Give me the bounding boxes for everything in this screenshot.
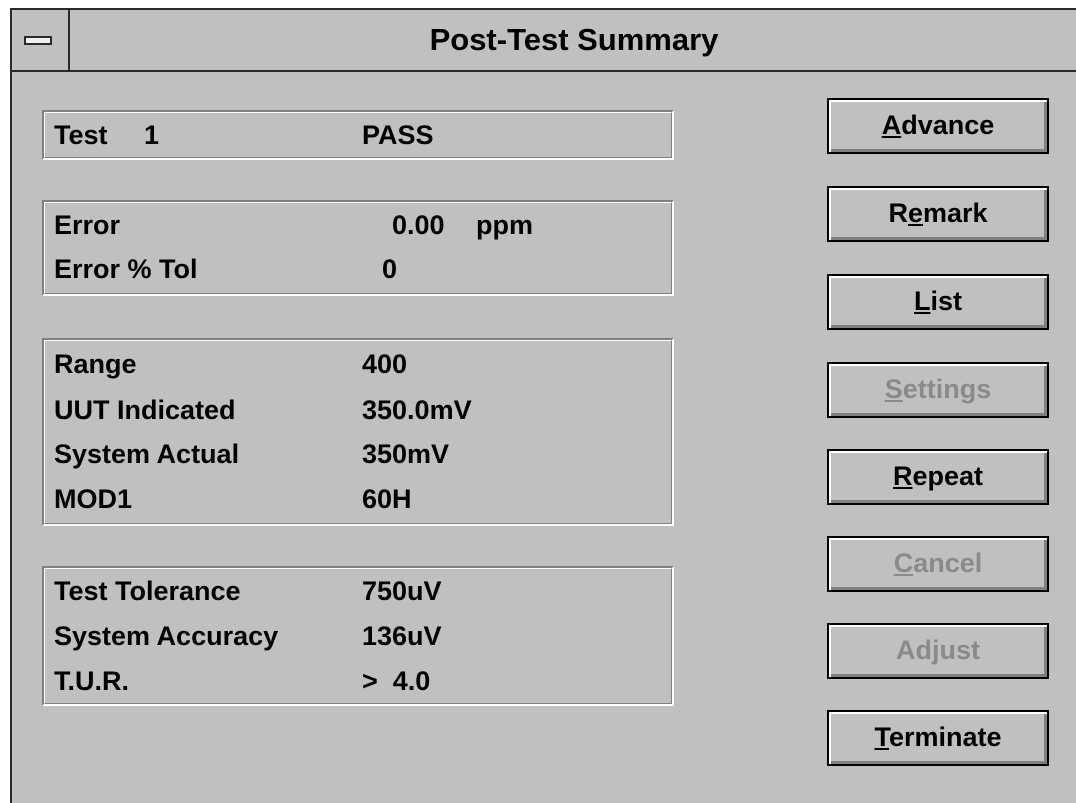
range-label: Range <box>54 349 137 379</box>
uut-indicated-label: UUT Indicated <box>54 395 236 425</box>
settings-button[interactable]: Settings <box>827 362 1049 418</box>
tolerance-box: Test Tolerance 750uV System Accuracy 136… <box>42 566 674 706</box>
advance-button[interactable]: Advance <box>827 98 1049 154</box>
error-value: 0.00 <box>392 210 445 240</box>
uut-indicated-value: 350.0mV <box>362 395 472 425</box>
tur-value: > 4.0 <box>362 666 431 696</box>
error-unit: ppm <box>476 210 533 240</box>
tur-label: T.U.R. <box>54 666 130 696</box>
repeat-button[interactable]: Repeat <box>827 449 1049 505</box>
adjust-button[interactable]: Adjust <box>827 623 1049 679</box>
window-title: Post-Test Summary <box>429 22 719 57</box>
remark-button[interactable]: Remark <box>827 186 1049 242</box>
mod1-label: MOD1 <box>54 484 133 514</box>
test-result-box: Test 1 PASS <box>42 110 674 160</box>
system-actual-value: 350mV <box>362 439 450 469</box>
list-button[interactable]: List <box>827 274 1049 330</box>
system-accuracy-label: System Accuracy <box>54 621 279 651</box>
system-accuracy-value: 136uV <box>362 621 442 651</box>
error-tol-label: Error % Tol <box>54 254 198 284</box>
range-value: 400 <box>362 349 408 379</box>
cancel-button[interactable]: Cancel <box>827 536 1049 592</box>
measurement-box: Range 400 UUT Indicated 350.0mV System A… <box>42 338 674 526</box>
error-box: Error 0.00 ppm Error % Tol 0 <box>42 200 674 296</box>
mod1-value: 60H <box>362 484 412 514</box>
error-tol-value: 0 <box>382 254 398 284</box>
test-label: Test <box>54 120 108 150</box>
test-number: 1 <box>144 120 160 150</box>
test-result: PASS <box>362 120 434 150</box>
test-tolerance-value: 750uV <box>362 576 442 606</box>
post-test-summary-window: Post-Test Summary Test 1 PASS Error 0.00… <box>10 8 1076 803</box>
title-bar: Post-Test Summary <box>12 10 1076 72</box>
terminate-button[interactable]: Terminate <box>827 710 1049 766</box>
system-menu-icon[interactable] <box>12 10 70 70</box>
error-label: Error <box>54 210 121 240</box>
test-tolerance-label: Test Tolerance <box>54 576 241 606</box>
system-actual-label: System Actual <box>54 439 240 469</box>
